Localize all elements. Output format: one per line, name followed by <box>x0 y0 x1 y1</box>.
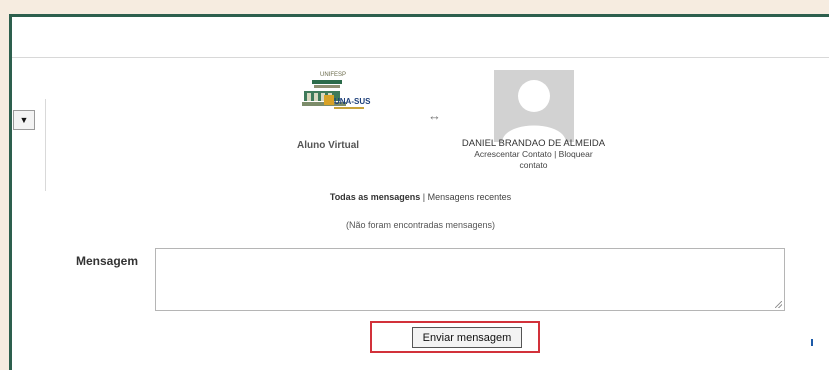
avatar[interactable] <box>494 70 574 142</box>
all-messages-link[interactable]: Todas as mensagens <box>330 192 420 202</box>
empty-messages-text: (Não foram encontradas mensagens) <box>345 220 496 230</box>
separator: | <box>420 192 428 202</box>
right-user-name[interactable]: DANIEL BRANDAO DE ALMEIDA <box>451 138 616 149</box>
left-user-name: Aluno Virtual <box>297 140 360 151</box>
caret-down-icon: ▼ <box>19 115 29 125</box>
divider <box>45 99 46 191</box>
exchange-arrows-icon: ↔ <box>428 108 441 123</box>
message-textarea[interactable] <box>155 248 785 311</box>
message-label: Mensagem <box>76 254 139 268</box>
dropdown-toggle[interactable]: ▼ <box>13 110 35 130</box>
recent-messages-link[interactable]: Mensagens recentes <box>428 192 512 202</box>
logo-top-text: UNIFESP <box>320 72 346 78</box>
scroll-marker <box>811 339 813 346</box>
right-user-block: DANIEL BRANDAO DE ALMEIDA Acrescentar Co… <box>451 138 616 171</box>
top-bar <box>12 17 829 58</box>
logo-brand-text: UNA-SUS <box>334 97 371 106</box>
contact-actions-link[interactable]: Acrescentar Contato | Bloquear <box>451 149 616 160</box>
send-message-button[interactable]: Enviar mensagem <box>412 327 522 348</box>
unasus-logo: UNIFESP UNA-SUS <box>290 69 372 121</box>
resize-grip-icon[interactable] <box>775 301 782 308</box>
message-window: ▼ UNIFESP UNA-SUS ↔ Aluno Virtual DANIEL… <box>9 14 829 370</box>
message-filter-links: Todas as mensagens | Mensagens recentes <box>12 192 829 202</box>
contact-actions-link-cont[interactable]: contato <box>451 160 616 171</box>
